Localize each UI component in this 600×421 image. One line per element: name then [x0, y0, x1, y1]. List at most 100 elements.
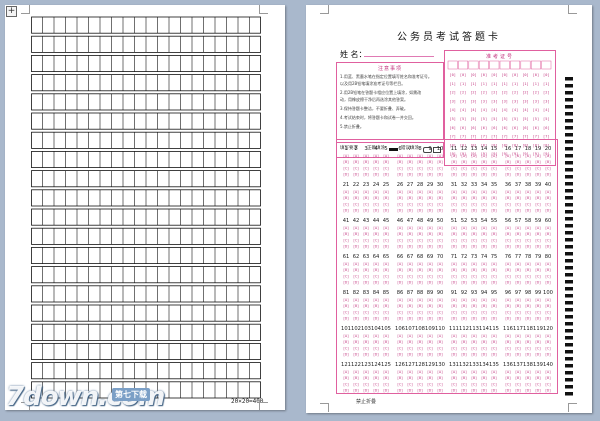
answer-bubble: [A]: [343, 154, 349, 158]
answer-bubble: [A]: [373, 370, 379, 374]
ticket-bubble: [3]: [491, 99, 498, 103]
ticket-bubble: [4]: [533, 108, 540, 112]
ticket-bubble: [7]: [533, 135, 540, 139]
answer-bubble: [D]: [427, 245, 433, 249]
answer-bubble: [B]: [353, 196, 359, 200]
notes-title: 注意事项: [377, 66, 402, 72]
answer-bubble: [A]: [383, 334, 389, 338]
answer-bubble: [A]: [451, 190, 457, 194]
question-number: 21: [343, 182, 350, 188]
notes-box: 注意事项 1.用蓝、黑墨水笔在指定位置填写姓名和准考证号。 以及用2B铅笔填涂准…: [336, 62, 444, 140]
answer-bubble: [C]: [505, 166, 511, 170]
question-number: 94: [481, 290, 488, 296]
answer-bubble: [D]: [505, 173, 511, 177]
answer-bubble: [D]: [481, 245, 487, 249]
answer-bubble: [D]: [545, 317, 551, 321]
answer-bubble: [C]: [505, 238, 511, 242]
answer-bubble: [B]: [427, 304, 433, 308]
answer-bubble: [C]: [417, 382, 423, 386]
question-number: 91: [451, 290, 458, 296]
answer-bubble: [B]: [397, 304, 403, 308]
timing-mark: [565, 203, 573, 207]
ticket-bubble: [7]: [491, 135, 498, 139]
answer-bubble: [A]: [535, 190, 541, 194]
question-number: 127: [405, 362, 415, 368]
answer-bubble: [A]: [471, 226, 477, 230]
answer-bubble: [C]: [535, 238, 541, 242]
question-number: 136: [503, 362, 513, 368]
answer-bubble: [D]: [545, 353, 551, 357]
question-number: 134: [479, 362, 490, 368]
answer-bubble: [B]: [417, 376, 423, 380]
answer-bubble: [B]: [417, 304, 423, 308]
answer-bubble: [B]: [461, 304, 467, 308]
answer-bubble: [C]: [545, 346, 551, 350]
answer-bubble: [C]: [353, 166, 359, 170]
question-number: 6: [398, 146, 401, 152]
answer-bubble: [B]: [481, 268, 487, 272]
question-number: 31: [451, 182, 458, 188]
answer-bubble: [B]: [363, 196, 369, 200]
answer-bubble: [D]: [363, 245, 369, 249]
answer-bubble: [C]: [525, 310, 531, 314]
answer-bubble: [D]: [451, 173, 457, 177]
ticket-bubble: [5]: [533, 117, 540, 121]
question-number: 107: [405, 326, 415, 332]
question-number: 35: [491, 182, 498, 188]
answer-bubble: [A]: [373, 334, 379, 338]
answer-bubble: [B]: [437, 232, 443, 236]
answer-bubble: [B]: [505, 376, 511, 380]
answer-bubble: [B]: [535, 268, 541, 272]
ticket-bubble: [2]: [481, 91, 488, 95]
question-number: 42: [353, 218, 360, 224]
answer-bubble: [B]: [383, 268, 389, 272]
question-number: 30: [437, 182, 444, 188]
timing-mark: [565, 112, 573, 116]
answer-bubble: [B]: [451, 268, 457, 272]
question-number: 130: [435, 362, 445, 368]
question-number: 26: [397, 182, 404, 188]
answer-bubble: [D]: [481, 317, 487, 321]
answer-bubble: [D]: [505, 209, 511, 213]
answer-bubble: [A]: [451, 226, 457, 230]
question-number: 16: [505, 146, 512, 152]
answer-bubble: [D]: [383, 173, 389, 177]
answer-bubble: [A]: [505, 334, 511, 338]
ticket-bubble: [7]: [512, 135, 518, 139]
answer-bubbles[interactable]: 1 [A] [B] [C] [D] 2 [A] [B] [C] [D] 3 [A] [B] [C] [D] 4…: [337, 140, 557, 393]
timing-mark: [565, 231, 573, 235]
answer-bubble: [D]: [525, 245, 531, 249]
question-number: 109: [425, 326, 435, 332]
question-number: 114: [479, 326, 490, 332]
answer-bubble: [B]: [427, 376, 433, 380]
answer-bubble: [C]: [363, 274, 369, 278]
question-number: 88: [417, 290, 424, 296]
answer-bubble: [B]: [437, 340, 443, 344]
answer-bubble: [A]: [417, 226, 423, 230]
answer-bubble: [A]: [437, 226, 443, 230]
answer-bubble: [D]: [373, 353, 379, 357]
answer-bubble: [A]: [525, 190, 531, 194]
answer-bubble: [A]: [363, 154, 369, 158]
answer-bubble: [B]: [545, 232, 551, 236]
answer-bubble: [C]: [417, 202, 423, 206]
answer-bubble: [D]: [491, 245, 497, 249]
question-number: 33: [471, 182, 478, 188]
question-number: 64: [373, 254, 380, 260]
ticket-digit-write-box: [478, 60, 489, 70]
notes-line: 2.用2B铅笔在答题卡相应位置上填涂，如需改: [340, 90, 422, 95]
answer-bubble: [C]: [525, 382, 531, 386]
name-input-line[interactable]: [364, 56, 434, 57]
ticket-bubble: [1]: [501, 82, 508, 86]
answer-bubble: [A]: [525, 262, 531, 266]
answer-bubble: [C]: [363, 346, 369, 350]
answer-bubble: [A]: [427, 154, 433, 158]
question-number: 5: [384, 146, 387, 152]
answer-bubble: [C]: [437, 238, 443, 242]
answer-bubble: [A]: [491, 190, 497, 194]
move-handle-icon[interactable]: +: [6, 6, 17, 17]
answer-bubble: [A]: [417, 298, 423, 302]
timing-mark: [565, 343, 573, 347]
answer-bubble: [D]: [417, 353, 423, 357]
answer-bubble: [B]: [491, 232, 497, 236]
